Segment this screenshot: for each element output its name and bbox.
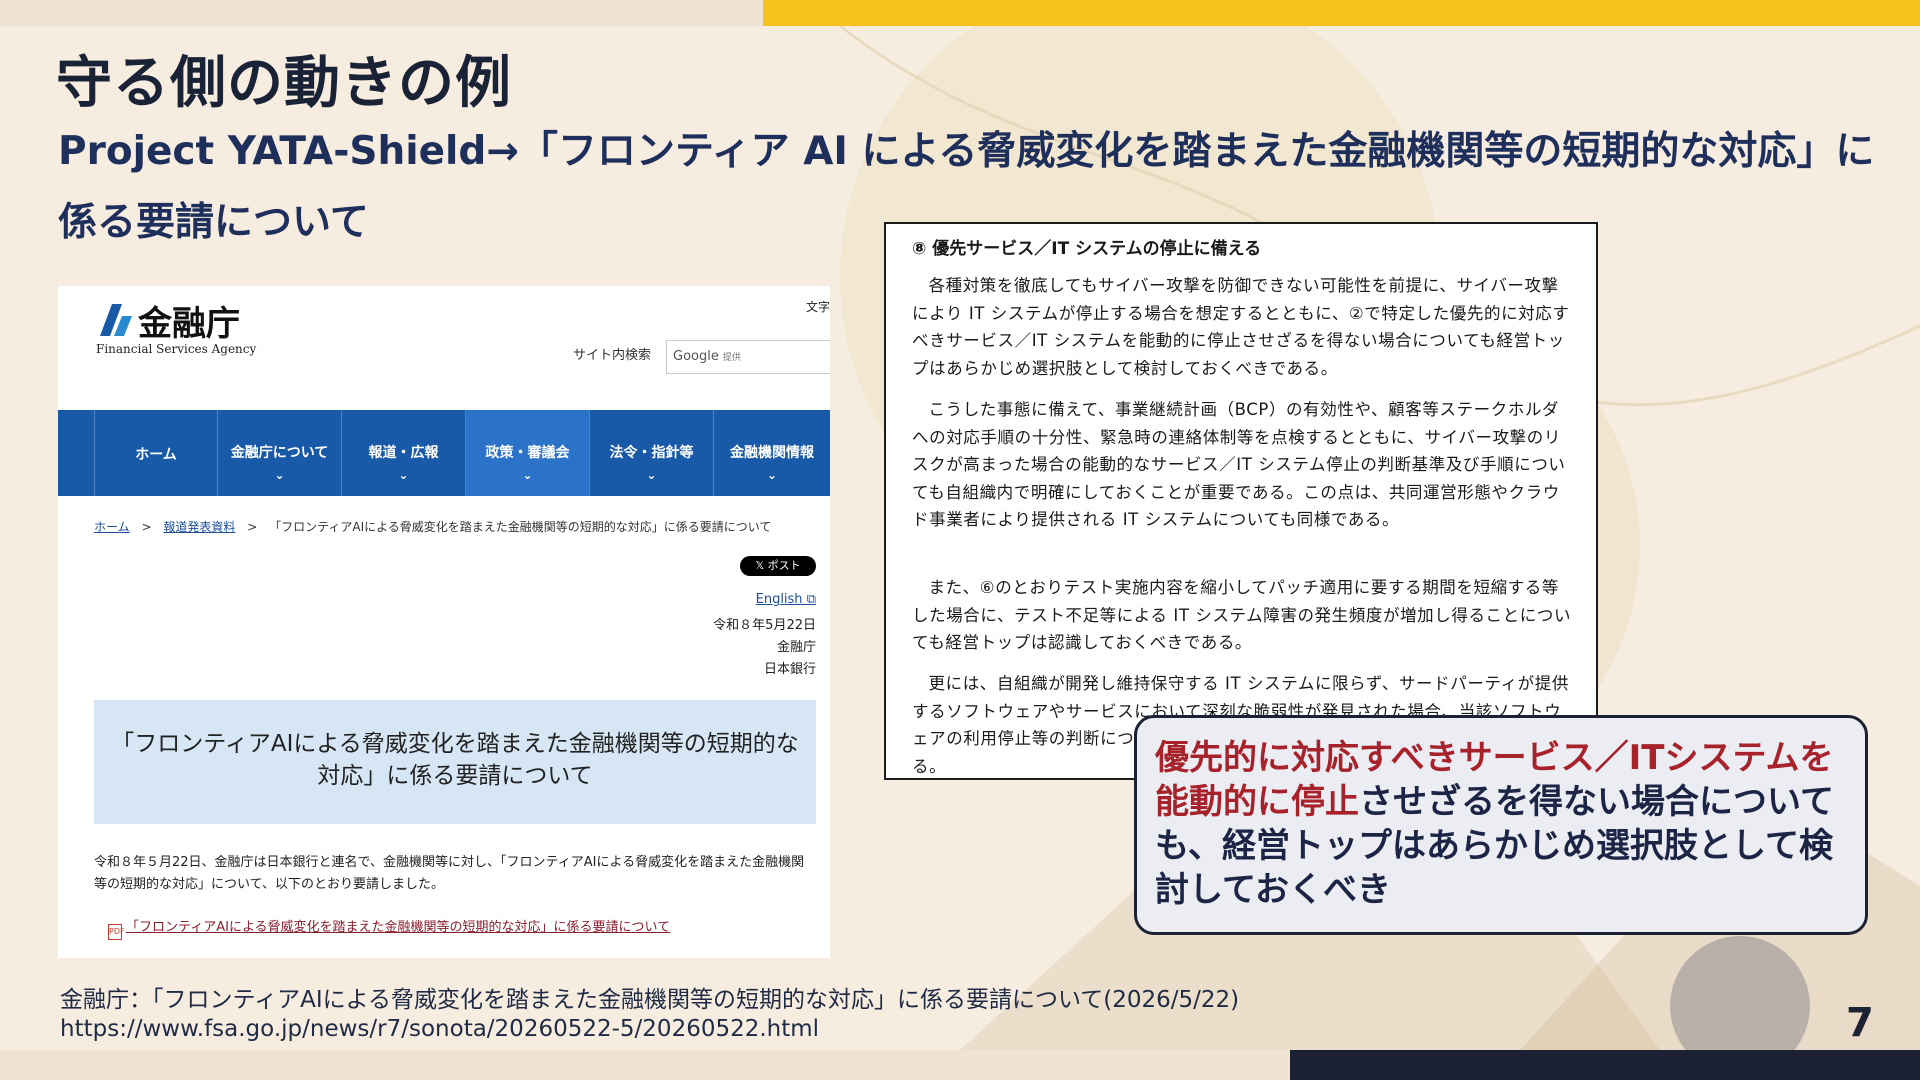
nav-institutions[interactable]: 金融機関情報 ⌄ [713,410,830,496]
document-paragraph: また、⑥のとおりテスト実施内容を縮小してパッチ適用に要する期間を短縮する等した場… [912,578,1572,652]
nav-laws-label: 法令・指針等 [609,445,694,461]
pdf-icon: PDF [108,924,125,940]
source-citation: 金融庁：「フロンティアAIによる脅威変化を踏まえた金融機関等の短期的な対応」に係… [60,986,1239,1044]
pdf-download-link[interactable]: PDF「フロンティアAIによる脅威変化を踏まえた金融機関等の短期的な対応」に係る… [108,916,670,940]
chevron-down-icon: ⌄ [274,468,285,482]
page-number: 7 [1846,1000,1874,1046]
document-heading: ⑧ 優先サービス／IT システムの停止に備える [912,239,1262,259]
breadcrumb: ホーム > 報道発表資料 > 「フロンティアAIによる脅威変化を踏まえた金融機関… [94,518,771,535]
fsa-webpage-screenshot: 金融庁 Financial Services Agency 文字 サイト内検索 … [58,286,830,958]
chevron-down-icon: ⌄ [398,468,409,482]
document-paragraph: こうした事態に備えて、事業継続計画（BCP）の有効性や、顧客等ステークホルダへの… [912,400,1566,529]
source-title: 金融庁：「フロンティアAIによる脅威変化を踏まえた金融機関等の短期的な対応」に係… [60,987,1240,1013]
english-link[interactable]: English ⧉ [756,592,816,607]
document-paragraph: 各種対策を徹底してもサイバー攻撃を防御できない可能性を前提に、サイバー攻撃により… [912,276,1570,378]
breadcrumb-separator: > [247,520,258,534]
site-search-input[interactable]: Google 提供 [666,340,830,374]
fsa-logo-icon [100,304,132,336]
external-link-icon: ⧉ [806,592,816,607]
x-post-button[interactable]: 𝕏 ポスト [740,556,816,576]
release-date: 令和８年5月22日 [713,618,816,633]
release-body: 令和８年５月22日、金融庁は日本銀行と連名で、金融機関等に対し、「フロンティアA… [94,855,805,892]
fsa-logo-text: 金融庁 [138,304,240,344]
nav-home-label: ホーム [135,447,177,463]
fsa-logo[interactable]: 金融庁 Financial Services Agency [96,300,296,356]
main-nav: ホーム 金融庁について ⌄ 報道・広報 ⌄ 政策・審議会 ⌄ 法令・指針等 ⌄ … [58,410,830,496]
top-band [0,0,763,26]
breadcrumb-home[interactable]: ホーム [94,520,130,534]
chevron-down-icon: ⌄ [646,468,657,482]
document-excerpt: ⑧ 優先サービス／IT システムの停止に備える 各種対策を徹底してもサイバー攻撃… [884,222,1598,780]
nav-home[interactable]: ホーム [94,410,217,496]
top-accent-bar [763,0,1920,26]
chevron-down-icon: ⌄ [522,468,533,482]
breadcrumb-separator: > [141,520,152,534]
bottom-dark-band [1290,1050,1920,1080]
bottom-band [0,1050,1290,1080]
fsa-logo-english: Financial Services Agency [96,342,257,356]
nav-policy-label: 政策・審議会 [485,445,570,461]
slide-title: 守る側の動きの例 [56,51,512,116]
issuer-boj: 日本銀行 [763,662,816,677]
font-size-label[interactable]: 文字 [806,298,830,315]
nav-institutions-label: 金融機関情報 [730,445,814,461]
highlight-callout: 優先的に対応すべきサービス／ITシステムを能動的に停止させざるを得ない場合につい… [1134,715,1868,935]
source-url[interactable]: https://www.fsa.go.jp/news/r7/sonota/202… [60,1015,1239,1044]
nav-policy[interactable]: 政策・審議会 ⌄ [465,410,589,496]
chevron-down-icon: ⌄ [766,468,778,482]
search-placeholder: Google 提供 [673,349,741,364]
nav-laws[interactable]: 法令・指針等 ⌄ [589,410,713,496]
breadcrumb-press[interactable]: 報道発表資料 [163,520,235,534]
nav-about[interactable]: 金融庁について ⌄ [217,410,341,496]
breadcrumb-current: 「フロンティアAIによる脅威変化を踏まえた金融機関等の短期的な対応」に係る要請に… [269,520,772,534]
nav-about-label: 金融庁について [230,445,329,461]
nav-press[interactable]: 報道・広報 ⌄ [341,410,465,496]
issuer-fsa: 金融庁 [776,640,816,655]
nav-press-label: 報道・広報 [368,445,439,461]
release-title: 「フロンティアAIによる脅威変化を踏まえた金融機関等の短期的な対応」に係る要請に… [94,700,816,824]
site-search-label: サイト内検索 [573,348,652,363]
